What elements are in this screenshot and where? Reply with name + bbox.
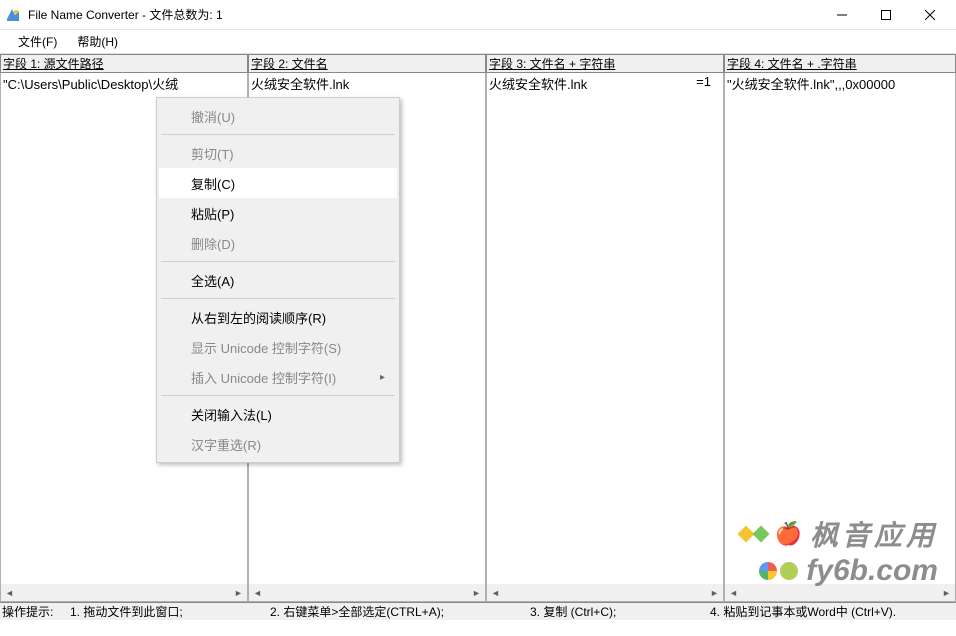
ctx-rtl-reading[interactable]: 从右到左的阅读顺序(R) xyxy=(159,302,397,332)
ctx-show-unicode[interactable]: 显示 Unicode 控制字符(S) xyxy=(159,332,397,362)
ctx-cut[interactable]: 剪切(T) xyxy=(159,138,397,168)
ctx-delete[interactable]: 删除(D) xyxy=(159,228,397,258)
ctx-separator xyxy=(161,298,395,299)
scroll-right-icon[interactable]: ► xyxy=(706,584,723,601)
status-step-2: 2. 右键菜单>全部选定(CTRL+A); xyxy=(270,603,530,620)
ctx-separator xyxy=(161,261,395,262)
status-label: 操作提示: xyxy=(0,603,70,620)
ctx-paste[interactable]: 粘贴(P) xyxy=(159,198,397,228)
column-1-header: 字段 1: 源文件路径 xyxy=(0,55,248,73)
status-step-4: 4. 粘贴到记事本或Word中 (Ctrl+V). xyxy=(710,603,956,620)
scroll-left-icon[interactable]: ◄ xyxy=(725,584,742,601)
close-button[interactable] xyxy=(908,1,952,29)
ctx-separator xyxy=(161,134,395,135)
column-1-line: "C:\Users\Public\Desktop\火绒 xyxy=(3,74,245,90)
column-2-header: 字段 2: 文件名 xyxy=(248,55,486,73)
menubar: 文件(F) 帮助(H) xyxy=(0,30,956,54)
status-step-1: 1. 拖动文件到此窗口; xyxy=(70,603,270,620)
ctx-reconvert[interactable]: 汉字重选(R) xyxy=(159,429,397,459)
scroll-track[interactable] xyxy=(18,584,230,601)
menu-file[interactable]: 文件(F) xyxy=(8,31,67,52)
status-step-3: 3. 复制 (Ctrl+C); xyxy=(530,603,710,620)
ctx-close-ime[interactable]: 关闭输入法(L) xyxy=(159,399,397,429)
maximize-button[interactable] xyxy=(864,1,908,29)
ctx-insert-unicode[interactable]: 插入 Unicode 控制字符(I) xyxy=(159,362,397,392)
titlebar: File Name Converter - 文件总数为: 1 xyxy=(0,0,956,30)
statusbar: 操作提示: 1. 拖动文件到此窗口; 2. 右键菜单>全部选定(CTRL+A);… xyxy=(0,602,956,620)
scroll-left-icon[interactable]: ◄ xyxy=(487,584,504,601)
scroll-right-icon[interactable]: ► xyxy=(938,584,955,601)
column-3: 字段 3: 文件名 + 字符串 火绒安全软件.lnk =1 ◄ ► xyxy=(486,55,724,602)
menu-help[interactable]: 帮助(H) xyxy=(67,31,128,52)
scroll-right-icon[interactable]: ► xyxy=(468,584,485,601)
ctx-undo[interactable]: 撤消(U) xyxy=(159,101,397,131)
scroll-right-icon[interactable]: ► xyxy=(230,584,247,601)
context-menu: 撤消(U) 剪切(T) 复制(C) 粘贴(P) 删除(D) 全选(A) 从右到左… xyxy=(156,97,400,463)
column-3-line: 火绒安全软件.lnk =1 xyxy=(489,74,721,90)
column-4-header: 字段 4: 文件名 + .字符串 xyxy=(724,55,956,73)
ctx-separator xyxy=(161,395,395,396)
column-3-body[interactable]: 火绒安全软件.lnk =1 ◄ ► xyxy=(486,73,724,602)
column-3-text: 火绒安全软件.lnk xyxy=(489,74,587,90)
scroll-track[interactable] xyxy=(504,584,706,601)
column-4: 字段 4: 文件名 + .字符串 "火绒安全软件.lnk",,,0x00000 … xyxy=(724,55,956,602)
column-3-header: 字段 3: 文件名 + 字符串 xyxy=(486,55,724,73)
window-controls xyxy=(820,1,952,29)
column-4-body[interactable]: "火绒安全软件.lnk",,,0x00000 ◄ ► xyxy=(724,73,956,602)
column-3-scrollbar[interactable]: ◄ ► xyxy=(487,584,723,601)
column-4-line: "火绒安全软件.lnk",,,0x00000 xyxy=(727,74,953,90)
scroll-left-icon[interactable]: ◄ xyxy=(249,584,266,601)
column-4-scrollbar[interactable]: ◄ ► xyxy=(725,584,955,601)
app-icon xyxy=(4,6,22,24)
column-2-scrollbar[interactable]: ◄ ► xyxy=(249,584,485,601)
ctx-copy[interactable]: 复制(C) xyxy=(159,168,397,198)
window-title: File Name Converter - 文件总数为: 1 xyxy=(28,6,820,23)
main-columns: 字段 1: 源文件路径 "C:\Users\Public\Desktop\火绒 … xyxy=(0,54,956,602)
scroll-left-icon[interactable]: ◄ xyxy=(1,584,18,601)
scroll-track[interactable] xyxy=(742,584,938,601)
column-1-scrollbar[interactable]: ◄ ► xyxy=(1,584,247,601)
minimize-button[interactable] xyxy=(820,1,864,29)
column-3-eq: =1 xyxy=(696,74,711,90)
scroll-track[interactable] xyxy=(266,584,468,601)
ctx-select-all[interactable]: 全选(A) xyxy=(159,265,397,295)
column-2-line: 火绒安全软件.lnk xyxy=(251,74,483,90)
